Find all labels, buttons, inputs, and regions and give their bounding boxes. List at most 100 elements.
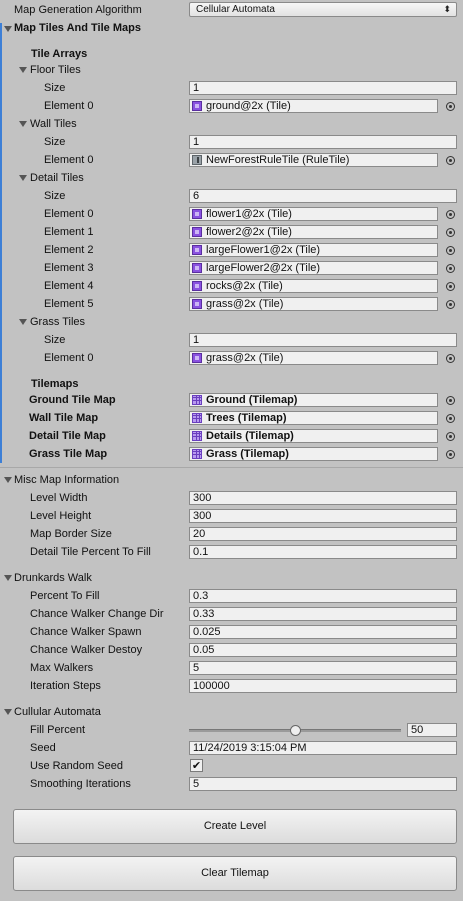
- level-height-field[interactable]: 300: [189, 509, 457, 523]
- object-picker-icon[interactable]: [446, 432, 455, 441]
- tilemap-icon: [192, 431, 202, 441]
- object-picker-icon[interactable]: [446, 396, 455, 405]
- detail-element-field[interactable]: rocks@2x (Tile): [189, 279, 438, 293]
- foldout-arrow-icon[interactable]: [4, 477, 12, 483]
- map-border-size-field[interactable]: 20: [189, 527, 457, 541]
- selection-bar: [0, 23, 2, 463]
- generation-algorithm-label: Map Generation Algorithm: [14, 4, 142, 16]
- dropdown-arrows-icon: ⬍: [443, 4, 451, 14]
- detail-element-value: flower2@2x (Tile): [206, 226, 292, 238]
- object-picker-icon[interactable]: [446, 228, 455, 237]
- walker-destroy-field[interactable]: 0.05: [189, 643, 457, 657]
- wall-tilemap-field[interactable]: Trees (Tilemap): [189, 411, 438, 425]
- fill-percent-field[interactable]: 50: [407, 723, 457, 737]
- detail-percent-field[interactable]: 0.1: [189, 545, 457, 559]
- cellular-header[interactable]: Cullular Automata: [14, 705, 101, 719]
- detail-element-value: rocks@2x (Tile): [206, 280, 283, 292]
- walker-spawn-field[interactable]: 0.025: [189, 625, 457, 639]
- object-picker-icon[interactable]: [446, 282, 455, 291]
- tile-asset-icon: [192, 281, 202, 291]
- wall-tilemap-value: Trees (Tilemap): [206, 412, 287, 424]
- tile-asset-icon: [192, 209, 202, 219]
- detail-element-value: flower1@2x (Tile): [206, 208, 292, 220]
- tile-asset-icon: [192, 353, 202, 363]
- floor-size-label: Size: [44, 82, 66, 94]
- object-picker-icon[interactable]: [446, 246, 455, 255]
- change-dir-field[interactable]: 0.33: [189, 607, 457, 621]
- walker-destroy-label: Chance Walker Destoy: [30, 644, 143, 656]
- object-picker-icon[interactable]: [446, 450, 455, 459]
- ground-tilemap-field[interactable]: Ground (Tilemap): [189, 393, 438, 407]
- object-picker-icon[interactable]: [446, 210, 455, 219]
- level-width-field[interactable]: 300: [189, 491, 457, 505]
- detail-element-field[interactable]: flower1@2x (Tile): [189, 207, 438, 221]
- detail-element-label: Element 5: [44, 298, 94, 310]
- map-tiles-header[interactable]: Map Tiles And Tile Maps: [14, 21, 141, 35]
- object-picker-icon[interactable]: [446, 264, 455, 273]
- misc-header[interactable]: Misc Map Information: [14, 473, 119, 487]
- foldout-arrow-icon[interactable]: [19, 319, 27, 325]
- floor-element-field[interactable]: ground@2x (Tile): [189, 99, 438, 113]
- tile-arrays-label: Tile Arrays: [31, 48, 88, 60]
- seed-field[interactable]: 11/24/2019 3:15:04 PM: [189, 741, 457, 755]
- detail-element-field[interactable]: grass@2x (Tile): [189, 297, 438, 311]
- percent-to-fill-label: Percent To Fill: [30, 590, 100, 602]
- detail-tilemap-value: Details (Tilemap): [206, 430, 294, 442]
- tile-asset-icon: [192, 101, 202, 111]
- object-picker-icon[interactable]: [446, 156, 455, 165]
- grass-tilemap-field[interactable]: Grass (Tilemap): [189, 447, 438, 461]
- wall-element-field[interactable]: NewForestRuleTile (RuleTile): [189, 153, 438, 167]
- wall-element-label: Element 0: [44, 154, 94, 166]
- iteration-steps-field[interactable]: 100000: [189, 679, 457, 693]
- detail-element-field[interactable]: flower2@2x (Tile): [189, 225, 438, 239]
- grass-element-field[interactable]: grass@2x (Tile): [189, 351, 438, 365]
- smoothing-field[interactable]: 5: [189, 777, 457, 791]
- grass-size-field[interactable]: 1: [189, 333, 457, 347]
- drunkards-header[interactable]: Drunkards Walk: [14, 571, 92, 585]
- walker-spawn-label: Chance Walker Spawn: [30, 626, 142, 638]
- floor-element-label: Element 0: [44, 100, 94, 112]
- wall-tiles-label[interactable]: Wall Tiles: [30, 117, 77, 131]
- map-border-size-label: Map Border Size: [30, 528, 112, 540]
- level-height-label: Level Height: [30, 510, 92, 522]
- detail-size-field[interactable]: 6: [189, 189, 457, 203]
- percent-to-fill-field[interactable]: 0.3: [189, 589, 457, 603]
- foldout-arrow-icon[interactable]: [19, 175, 27, 181]
- tile-asset-icon: [192, 263, 202, 273]
- tile-asset-icon: [192, 227, 202, 237]
- slider-thumb[interactable]: [290, 725, 301, 736]
- foldout-arrow-icon[interactable]: [19, 67, 27, 73]
- foldout-arrow-icon[interactable]: [4, 26, 12, 32]
- floor-tiles-label[interactable]: Floor Tiles: [30, 63, 81, 77]
- max-walkers-field[interactable]: 5: [189, 661, 457, 675]
- detail-tilemap-label: Detail Tile Map: [29, 430, 106, 442]
- use-random-seed-checkbox[interactable]: ✔: [190, 759, 203, 772]
- grass-element-value: grass@2x (Tile): [206, 352, 284, 364]
- detail-tiles-label[interactable]: Detail Tiles: [30, 171, 84, 185]
- ground-tilemap-value: Ground (Tilemap): [206, 394, 298, 406]
- foldout-arrow-icon[interactable]: [4, 575, 12, 581]
- create-level-button[interactable]: Create Level: [13, 809, 457, 844]
- wall-size-field[interactable]: 1: [189, 135, 457, 149]
- detail-element-field[interactable]: largeFlower1@2x (Tile): [189, 243, 438, 257]
- foldout-arrow-icon[interactable]: [4, 709, 12, 715]
- tilemap-icon: [192, 449, 202, 459]
- grass-tiles-label[interactable]: Grass Tiles: [30, 315, 85, 329]
- detail-element-label: Element 3: [44, 262, 94, 274]
- use-random-seed-label: Use Random Seed: [30, 760, 123, 772]
- tile-asset-icon: [192, 245, 202, 255]
- object-picker-icon[interactable]: [446, 414, 455, 423]
- ground-tilemap-label: Ground Tile Map: [29, 394, 116, 406]
- detail-element-field[interactable]: largeFlower2@2x (Tile): [189, 261, 438, 275]
- object-picker-icon[interactable]: [446, 102, 455, 111]
- object-picker-icon[interactable]: [446, 354, 455, 363]
- wall-element-value: NewForestRuleTile (RuleTile): [206, 154, 350, 166]
- fill-percent-slider[interactable]: [189, 725, 401, 736]
- detail-tilemap-field[interactable]: Details (Tilemap): [189, 429, 438, 443]
- generation-algorithm-dropdown[interactable]: Cellular Automata ⬍: [189, 2, 457, 17]
- object-picker-icon[interactable]: [446, 300, 455, 309]
- floor-size-field[interactable]: 1: [189, 81, 457, 95]
- foldout-arrow-icon[interactable]: [19, 121, 27, 127]
- floor-element-value: ground@2x (Tile): [206, 100, 291, 112]
- clear-tilemap-button[interactable]: Clear Tilemap: [13, 856, 457, 891]
